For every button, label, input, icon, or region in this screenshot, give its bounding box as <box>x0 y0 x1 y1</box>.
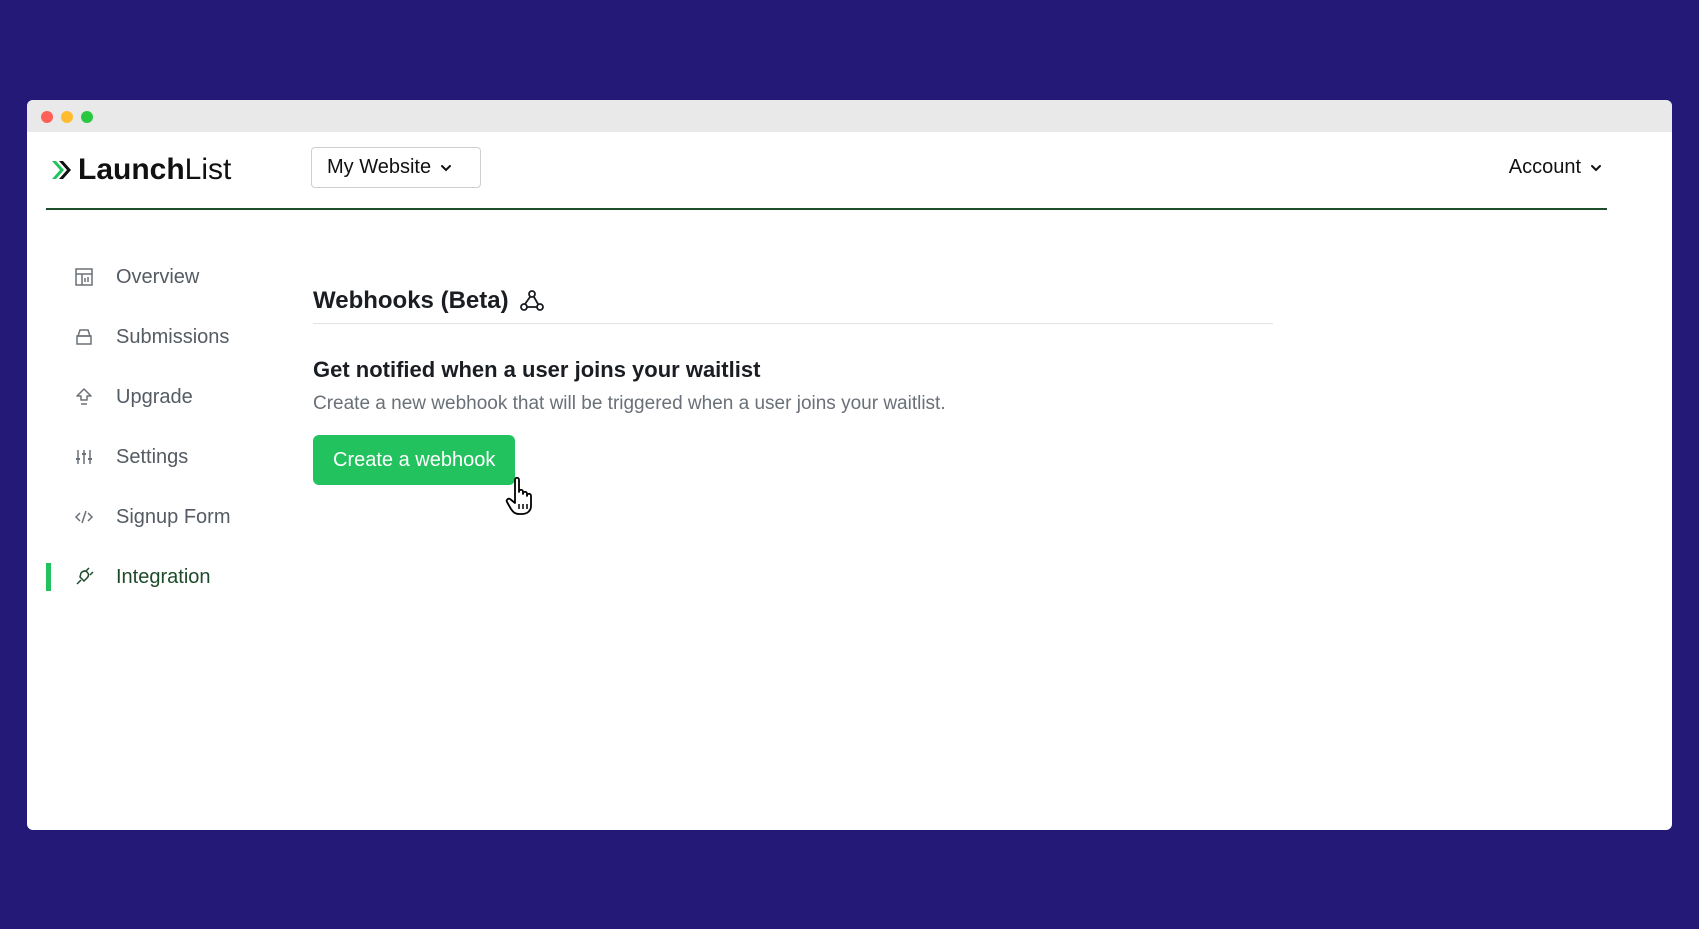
section-description: Create a new webhook that will be trigge… <box>313 393 946 414</box>
page-title-text: Webhooks (Beta) <box>313 286 509 314</box>
chevron-down-icon <box>1591 164 1601 171</box>
website-selector-label: My Website <box>327 156 432 178</box>
sliders-icon <box>76 450 92 464</box>
minimize-window-button[interactable] <box>61 111 73 123</box>
browser-window: LaunchList My Website Account Overview <box>27 100 1672 830</box>
maximize-window-button[interactable] <box>81 111 93 123</box>
sidebar: Overview Submissions Upgrade Settings Si… <box>46 247 286 607</box>
sidebar-item-label: Submissions <box>116 325 230 348</box>
create-webhook-button[interactable]: Create a webhook <box>313 435 516 485</box>
sidebar-item-label: Signup Form <box>116 505 231 528</box>
chart-calendar-icon <box>75 268 93 286</box>
website-selector[interactable]: My Website <box>311 147 481 188</box>
app-logo[interactable]: Launch List <box>50 150 231 190</box>
section-subheading: Get notified when a user joins your wait… <box>313 357 761 382</box>
sidebar-item-overview[interactable]: Overview <box>46 247 286 307</box>
sidebar-item-label: Overview <box>116 265 200 288</box>
sidebar-item-signup-form[interactable]: Signup Form <box>46 487 286 547</box>
chevron-down-icon <box>441 164 452 171</box>
arrow-up-icon <box>76 388 92 405</box>
window-titlebar <box>27 100 1672 132</box>
sidebar-item-integration[interactable]: Integration <box>46 547 286 607</box>
logo-text-bold: Launch <box>78 153 185 186</box>
account-menu[interactable]: Account <box>1509 147 1607 188</box>
code-icon <box>74 510 94 524</box>
inbox-icon <box>76 329 92 345</box>
sidebar-item-label: Settings <box>116 445 189 468</box>
account-label: Account <box>1508 156 1581 178</box>
sidebar-item-submissions[interactable]: Submissions <box>46 307 286 367</box>
close-window-button[interactable] <box>41 111 53 123</box>
top-navigation: Launch List My Website Account <box>46 132 1607 210</box>
sidebar-item-settings[interactable]: Settings <box>46 427 286 487</box>
main-content: Webhooks (Beta) Get notified when a user… <box>313 278 1273 485</box>
sidebar-item-label: Integration <box>116 565 211 588</box>
logo-chevrons-icon <box>52 161 71 179</box>
sidebar-item-label: Upgrade <box>116 385 193 408</box>
page-title: Webhooks (Beta) <box>313 278 1273 324</box>
logo-text-light: List <box>184 153 232 186</box>
plug-icon <box>76 567 94 585</box>
sidebar-item-upgrade[interactable]: Upgrade <box>46 367 286 427</box>
webhook-icon <box>519 289 544 311</box>
hand-cursor-icon <box>505 476 532 515</box>
